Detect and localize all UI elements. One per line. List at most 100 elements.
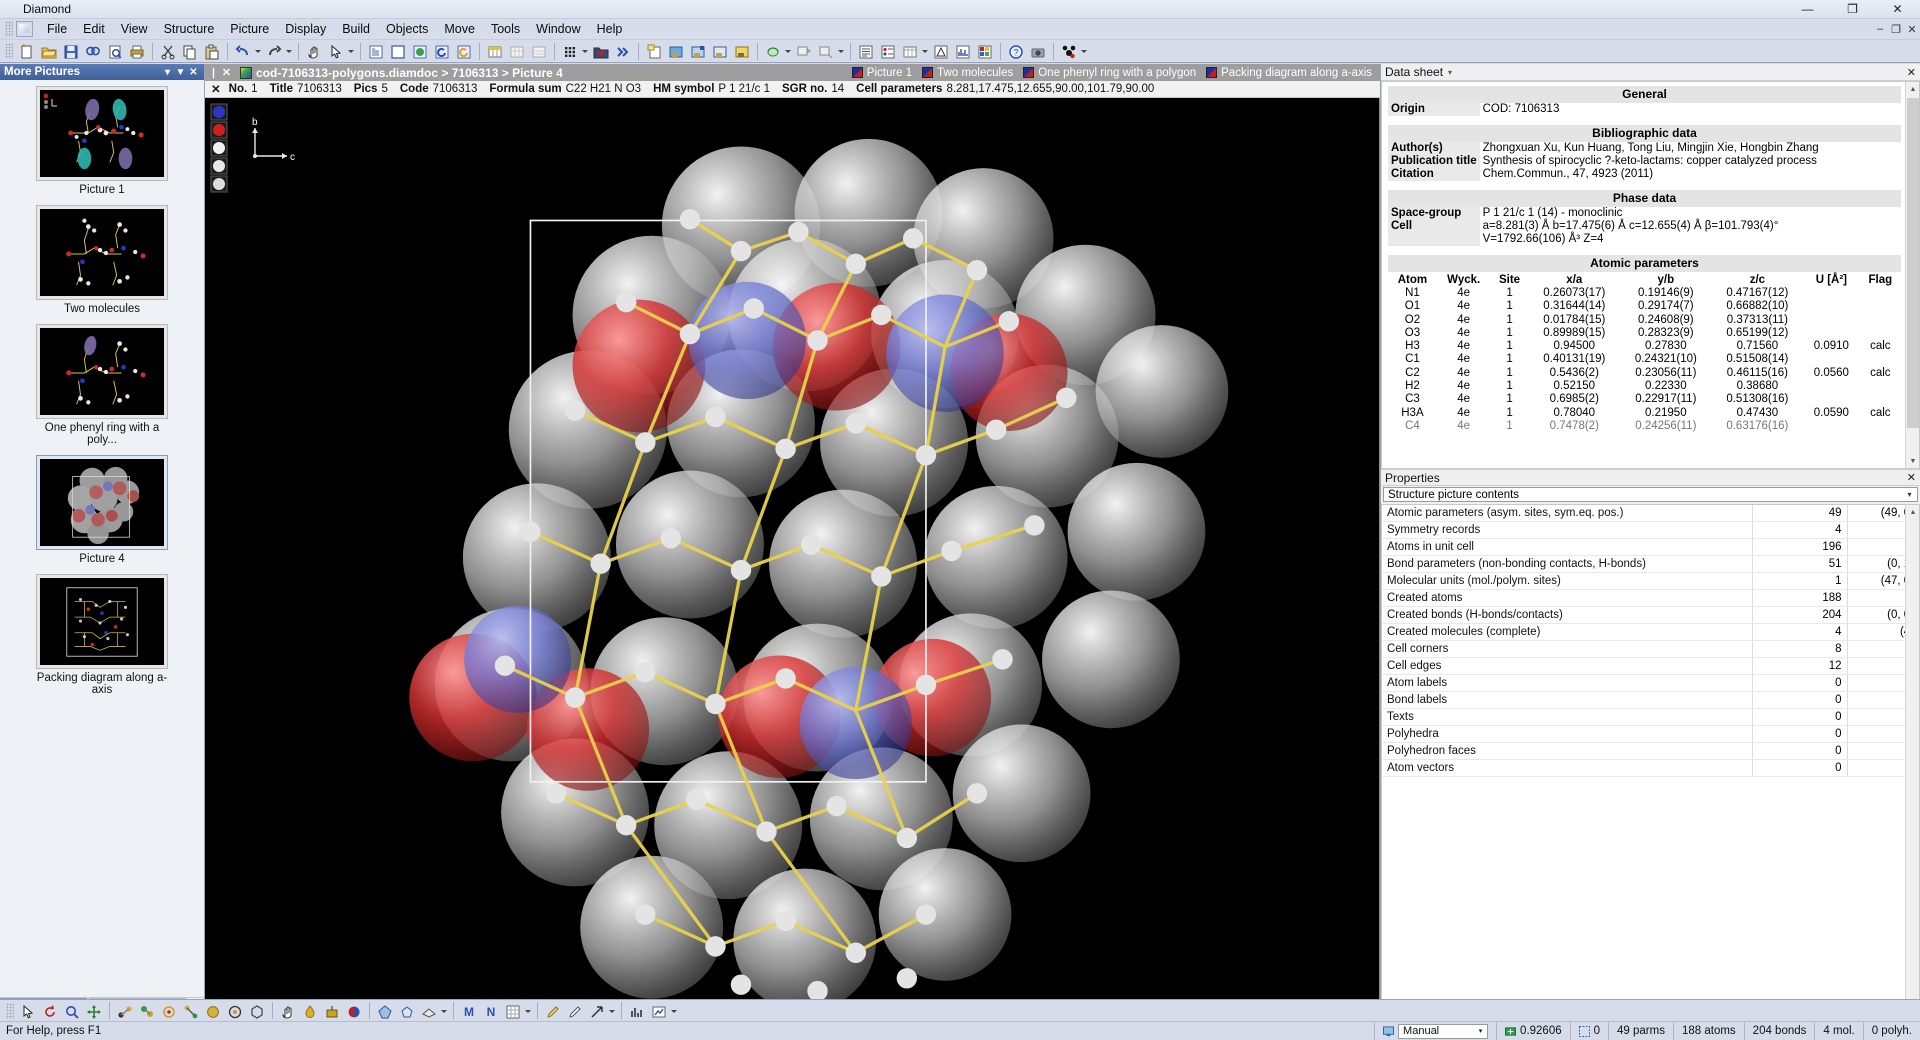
chart2-icon[interactable] <box>649 1001 669 1021</box>
tab-packing-diagram[interactable]: Packing diagram along a-axis <box>1204 67 1380 79</box>
find-icon[interactable] <box>83 41 103 61</box>
chart-icon[interactable] <box>627 1001 647 1021</box>
tab-two-molecules[interactable]: Two molecules <box>920 67 1021 79</box>
redo-dropdown[interactable] <box>285 41 294 61</box>
properties-scrollbar[interactable]: ▲ ▼ <box>1905 505 1919 1013</box>
new-icon[interactable] <box>17 41 37 61</box>
molecule-green-icon[interactable] <box>137 1001 157 1021</box>
paste-icon[interactable] <box>202 41 222 61</box>
legend-icon[interactable] <box>878 41 898 61</box>
list-item[interactable]: Packing diagram along a-axis <box>36 574 168 696</box>
blank-picture-icon[interactable] <box>388 41 408 61</box>
menu-view[interactable]: View <box>113 20 156 38</box>
menu-window[interactable]: Window <box>528 20 588 38</box>
atom-ring-icon[interactable] <box>159 1001 179 1021</box>
arrow-dropdown[interactable] <box>608 1001 617 1021</box>
close-icon[interactable]: ✕ <box>211 82 221 96</box>
paint-icon[interactable] <box>322 1001 342 1021</box>
close-button[interactable]: ✕ <box>1875 0 1920 19</box>
picture-copy-icon[interactable] <box>710 41 730 61</box>
maximize-button[interactable]: ❐ <box>1830 0 1875 19</box>
close-icon[interactable]: ✕ <box>220 66 233 79</box>
scroll-up-icon[interactable]: ▲ <box>1906 505 1920 519</box>
tab-one-phenyl-ring[interactable]: One phenyl ring with a polygon <box>1021 67 1204 79</box>
cut-icon[interactable] <box>158 41 178 61</box>
picture-thumbnail-list[interactable]: Picture 1 <box>0 80 204 997</box>
target-icon[interactable] <box>225 1001 245 1021</box>
undo-dropdown[interactable] <box>254 41 263 61</box>
menu-file[interactable]: File <box>39 20 75 38</box>
copy-icon[interactable] <box>180 41 200 61</box>
grid-icon[interactable] <box>560 41 580 61</box>
close-icon[interactable]: ✕ <box>1907 66 1916 79</box>
close-icon[interactable]: ✕ <box>1907 471 1916 484</box>
grid-dropdown[interactable] <box>581 41 590 61</box>
bond-icon[interactable] <box>115 1001 135 1021</box>
picture-blue-icon[interactable] <box>666 41 686 61</box>
document-app-icon[interactable] <box>16 21 33 37</box>
menu-edit[interactable]: Edit <box>75 20 113 38</box>
thumbnail-frame-picture-4[interactable] <box>36 455 168 550</box>
minimize-button[interactable]: — <box>1785 0 1830 19</box>
select-dropdown[interactable] <box>347 41 356 61</box>
data-sheet-icon[interactable] <box>366 41 386 61</box>
letter-n-icon[interactable]: N <box>481 1001 501 1021</box>
thumbnail-frame-two-molecules[interactable] <box>36 205 168 300</box>
data-sheet-panel[interactable]: General Origin COD: 7106313 Bibliographi… <box>1381 81 1920 469</box>
space-filling-model[interactable] <box>205 98 1379 1014</box>
chevron-down-icon[interactable]: ▾ <box>1474 1027 1487 1035</box>
pencil2-icon[interactable] <box>565 1001 585 1021</box>
chevrons-icon[interactable] <box>613 41 633 61</box>
print-preview-icon[interactable] <box>105 41 125 61</box>
zoom-icon[interactable] <box>62 1001 82 1021</box>
sphere-icon[interactable] <box>203 1001 223 1021</box>
properties-selector[interactable]: Structure picture contents ▾ <box>1383 487 1918 502</box>
connect-icon[interactable] <box>181 1001 201 1021</box>
menu-help[interactable]: Help <box>589 20 631 38</box>
menu-structure[interactable]: Structure <box>156 20 223 38</box>
mdi-minimize-button[interactable]: – <box>1872 23 1888 36</box>
list-item[interactable]: Picture 1 <box>36 86 168 196</box>
help-icon[interactable]: ? <box>1006 41 1026 61</box>
menu-grip[interactable] <box>5 21 13 37</box>
grid-overlay-icon[interactable] <box>503 1001 523 1021</box>
chevron-down-icon[interactable]: ▾ <box>1902 490 1917 499</box>
print-icon[interactable] <box>127 41 147 61</box>
picture-refresh-orange-icon[interactable] <box>454 41 474 61</box>
picture-globe-icon[interactable] <box>410 41 430 61</box>
structure-picture-canvas[interactable]: b c <box>205 98 1380 1014</box>
scroll-up-icon[interactable]: ▲ <box>1906 82 1920 96</box>
folder-dark-icon[interactable] <box>591 41 611 61</box>
table-gray2-icon[interactable] <box>529 41 549 61</box>
scroll-thumb[interactable] <box>1907 98 1919 428</box>
save-icon[interactable] <box>61 41 81 61</box>
list-icon[interactable] <box>856 41 876 61</box>
list-item[interactable]: One phenyl ring with a poly... <box>36 324 168 446</box>
list-item[interactable]: Picture 4 <box>36 455 168 565</box>
histogram-icon[interactable] <box>953 41 973 61</box>
plane-icon[interactable] <box>419 1001 439 1021</box>
thumbnail-frame-packing-diagram[interactable] <box>36 574 168 669</box>
tab-picture-1[interactable]: Picture 1 <box>850 67 920 79</box>
mdi-restore-button[interactable]: ❐ <box>1888 23 1904 36</box>
table2-icon[interactable] <box>900 41 920 61</box>
select-arrow-icon[interactable] <box>326 41 346 61</box>
layer-dropdown[interactable] <box>837 41 846 61</box>
anisotropy-dropdown[interactable] <box>784 41 793 61</box>
arrow-tool-icon[interactable] <box>587 1001 607 1021</box>
picture-yellow-icon[interactable] <box>732 41 752 61</box>
anisotropy-icon[interactable] <box>763 41 783 61</box>
pin-icon[interactable]: 丨 <box>207 65 220 81</box>
picture-refresh-blue-icon[interactable] <box>432 41 452 61</box>
properties-list[interactable]: Atomic parameters (asym. sites, sym.eq. … <box>1381 504 1920 1014</box>
colortable-icon[interactable] <box>975 41 995 61</box>
toolbar-grip[interactable] <box>5 43 13 59</box>
pin-icon[interactable]: ▼ <box>174 67 187 78</box>
table-view-icon[interactable] <box>485 41 505 61</box>
cube-icon[interactable] <box>247 1001 267 1021</box>
open-icon[interactable] <box>39 41 59 61</box>
status-mode-cell[interactable]: Manual ▾ <box>1374 1022 1496 1040</box>
pan-hand-icon[interactable] <box>304 41 324 61</box>
new-structure-picture-icon[interactable] <box>644 41 664 61</box>
menu-display[interactable]: Display <box>277 20 334 38</box>
